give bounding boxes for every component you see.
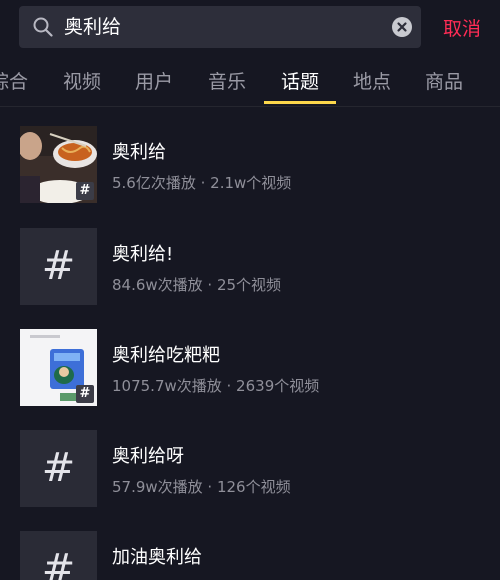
topic-stats: 5.6亿次播放 · 2.1w个视频 <box>112 174 292 192</box>
topic-stats: 1075.7w次播放 · 2639个视频 <box>112 377 320 395</box>
topic-thumbnail: # <box>20 228 97 305</box>
topic-title: 加油奥利给 <box>112 547 202 568</box>
topic-title: 奥利给 <box>112 142 166 163</box>
topic-thumbnail: # <box>20 531 97 580</box>
active-tab-indicator <box>264 101 336 104</box>
clear-icon[interactable] <box>392 17 412 37</box>
hashtag-icon: # <box>41 243 76 289</box>
topic-stats: 57.9w次播放 · 126个视频 <box>112 478 291 496</box>
hashtag-icon: # <box>76 182 94 200</box>
cancel-button[interactable]: 取消 <box>443 14 481 41</box>
hashtag-icon: # <box>76 385 94 403</box>
topic-thumbnail: # <box>20 329 97 406</box>
topic-stats: 84.6w次播放 · 25个视频 <box>112 276 282 294</box>
list-item[interactable]: # 加油奥利给 <box>0 531 500 580</box>
tab-bar: 综合 视频 用户 音乐 话题 地点 商品 <box>0 58 500 104</box>
list-item[interactable]: # 奥利给! 84.6w次播放 · 25个视频 <box>0 228 500 328</box>
list-item[interactable]: # 奥利给呀 57.9w次播放 · 126个视频 <box>0 430 500 530</box>
list-item[interactable]: # 奥利给 5.6亿次播放 · 2.1w个视频 <box>0 126 500 226</box>
divider <box>0 106 500 107</box>
tab-products[interactable]: 商品 <box>425 67 463 94</box>
topic-title: 奥利给吃粑粑 <box>112 345 220 366</box>
search-bar[interactable]: 奥利给 <box>19 6 421 48</box>
hashtag-icon: # <box>41 546 76 580</box>
tab-video[interactable]: 视频 <box>63 67 101 94</box>
topic-title: 奥利给! <box>112 244 174 265</box>
topic-thumbnail: # <box>20 126 97 203</box>
search-input[interactable]: 奥利给 <box>64 6 121 48</box>
tab-comprehensive[interactable]: 综合 <box>0 67 28 94</box>
tab-places[interactable]: 地点 <box>353 67 391 94</box>
list-item[interactable]: # 奥利给吃粑粑 1075.7w次播放 · 2639个视频 <box>0 329 500 429</box>
topic-thumbnail: # <box>20 430 97 507</box>
tab-users[interactable]: 用户 <box>135 67 173 94</box>
tab-topics[interactable]: 话题 <box>281 67 319 94</box>
tab-music[interactable]: 音乐 <box>208 67 246 94</box>
hashtag-icon: # <box>41 445 76 491</box>
search-icon <box>33 17 53 37</box>
topic-title: 奥利给呀 <box>112 446 184 467</box>
